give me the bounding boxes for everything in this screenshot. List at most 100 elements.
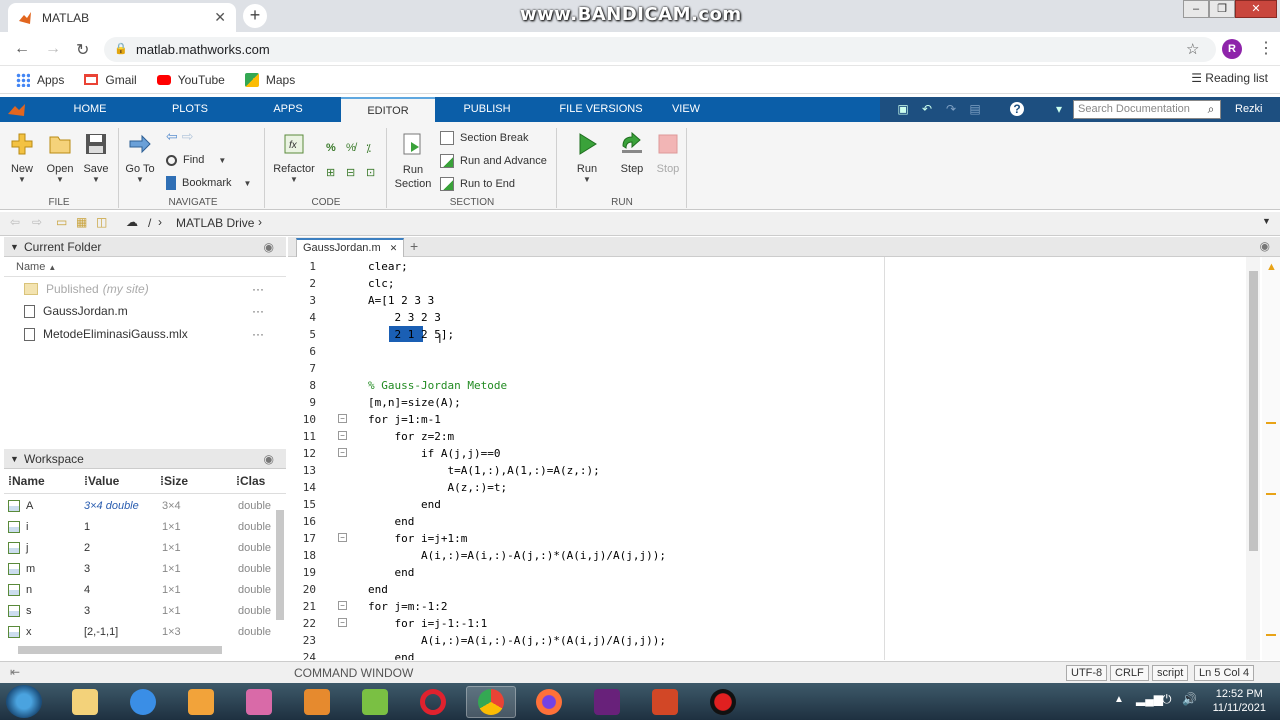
editor-vertical-scrollbar[interactable] [1246, 257, 1260, 660]
tab-home[interactable]: HOME [60, 97, 120, 122]
workspace-horizontal-scrollbar[interactable] [18, 646, 222, 654]
browser-tab[interactable]: MATLAB ✕ [8, 3, 236, 32]
goto-button[interactable]: Go To ▼ [124, 132, 156, 184]
table-row[interactable]: s 3 1×1 double [4, 601, 274, 622]
forward-folder-icon[interactable]: ⇨ [32, 215, 42, 229]
close-tab-icon[interactable]: ✕ [214, 9, 226, 26]
uncomment-icon[interactable]: %̸ [346, 142, 356, 154]
taskbar-visual-studio[interactable] [582, 686, 632, 718]
column-value[interactable]: ⁞Value [84, 474, 119, 488]
line-ending-indicator[interactable]: CRLF [1110, 665, 1149, 681]
browser-menu-icon[interactable]: ⋮ [1258, 38, 1274, 58]
column-size[interactable]: ⁞Size [160, 474, 188, 488]
tab-apps[interactable]: APPS [258, 97, 318, 122]
taskbar-app[interactable] [234, 686, 284, 718]
workspace-header[interactable]: ▼ Workspace ◉ [4, 449, 286, 469]
cloud-icon[interactable]: ☁ [126, 215, 138, 229]
expand-icon[interactable]: ⇤ [10, 665, 20, 679]
add-tab-icon[interactable]: + [410, 238, 418, 254]
up-folder-icon[interactable]: ▭ [56, 215, 67, 229]
decrease-indent-icon[interactable]: ⊟ [346, 166, 355, 179]
taskbar-firefox[interactable] [524, 686, 574, 718]
more-options-icon[interactable]: ··· [252, 327, 264, 341]
taskbar-app[interactable] [176, 686, 226, 718]
scrollbar-thumb[interactable] [1249, 271, 1258, 551]
reading-list-button[interactable]: ☰ Reading list [1191, 71, 1268, 85]
taskbar-opera[interactable] [408, 686, 458, 718]
column-header[interactable]: Name ▲ [4, 257, 286, 277]
bookmark-star-icon[interactable]: ☆ [1186, 40, 1199, 58]
stop-button[interactable]: Stop [654, 132, 682, 175]
code-editor[interactable]: 1 2 3 4 5 6 7 8 9 10 11 12 13 14 15 16 1… [288, 257, 1246, 660]
taskbar-powerpoint[interactable] [640, 686, 690, 718]
warning-marker[interactable] [1266, 493, 1276, 495]
run-and-advance-button[interactable]: Run and Advance [440, 154, 547, 168]
fold-toggle-icon[interactable]: − [338, 601, 347, 610]
fold-toggle-icon[interactable]: − [338, 533, 347, 542]
table-row[interactable]: i 1 1×1 double [4, 517, 274, 538]
reload-icon[interactable]: ↻ [76, 40, 89, 60]
step-button[interactable]: Step [614, 131, 650, 175]
panel-actions-icon[interactable]: ◉ [264, 237, 274, 257]
collapse-panel-icon[interactable]: ▼ [10, 237, 19, 257]
table-row[interactable]: n 4 1×1 double [4, 580, 274, 601]
search-icon[interactable]: ⌕ [1204, 102, 1218, 116]
back-nav-icon[interactable]: ⇦ ⇨ [166, 128, 193, 145]
refactor-button[interactable]: fx Refactor ▼ [272, 132, 316, 184]
command-window-tab[interactable]: COMMAND WINDOW [294, 666, 413, 680]
forward-arrow-icon[interactable]: → [45, 40, 61, 58]
tab-view[interactable]: VIEW [666, 97, 706, 122]
file-type-indicator[interactable]: script [1152, 665, 1189, 681]
increase-indent-icon[interactable]: ⊡ [366, 166, 375, 179]
browse-folder-icon[interactable]: ▦ [76, 215, 87, 229]
taskbar-chrome[interactable] [466, 686, 516, 718]
save-icon[interactable]: ▣ [896, 102, 910, 116]
new-tab-button[interactable]: + [243, 4, 267, 28]
volume-icon[interactable]: 🔊 [1182, 692, 1197, 706]
power-icon[interactable]: ⏻ [1162, 692, 1172, 707]
help-icon[interactable]: ? [1010, 102, 1024, 116]
taskbar-app[interactable] [350, 686, 400, 718]
search-documentation-input[interactable]: Search Documentation [1073, 100, 1221, 119]
comment-percent-icon[interactable]: % [326, 142, 336, 154]
open-button[interactable]: Open ▼ [44, 132, 76, 184]
network-signal-icon[interactable]: ▂▄▆ [1136, 692, 1163, 706]
bookmark-youtube[interactable]: YouTube [156, 73, 225, 87]
encoding-indicator[interactable]: UTF-8 [1066, 665, 1108, 681]
warning-marker[interactable] [1266, 634, 1276, 636]
url-field[interactable]: 🔒 matlab.mathworks.com [104, 37, 1216, 62]
path-dropdown-icon[interactable]: ▼ [1262, 216, 1271, 226]
run-button[interactable]: Run ▼ [570, 132, 604, 184]
column-class[interactable]: ⁞Clas [236, 474, 265, 488]
start-button-icon[interactable] [6, 685, 42, 718]
list-item[interactable]: Published (my site) ··· [24, 282, 264, 296]
redo-icon[interactable]: ↷ [944, 102, 958, 116]
save-button[interactable]: Save ▼ [82, 132, 110, 184]
find-button[interactable]: Find ▼ [166, 154, 226, 166]
profile-avatar[interactable]: R [1222, 39, 1242, 59]
warning-icon[interactable]: ▲ [1266, 261, 1277, 273]
current-folder-header[interactable]: ▼ Current Folder ◉ [4, 237, 286, 257]
bookmark-button[interactable]: Bookmark ▼ [166, 176, 251, 190]
run-section-button[interactable]: Run Section [393, 132, 433, 191]
wrap-comments-icon[interactable]: ⁒ [366, 142, 371, 155]
tab-file-versions[interactable]: FILE VERSIONS [543, 97, 659, 122]
list-item[interactable]: MetodeEliminasiGauss.mlx ··· [24, 327, 264, 341]
collapse-icon[interactable]: ▾ [1052, 102, 1066, 116]
column-name[interactable]: ⁞Name [8, 474, 45, 488]
bookmark-apps[interactable]: Apps [16, 72, 64, 87]
undo-icon[interactable]: ↶ [920, 102, 934, 116]
collapse-panel-icon[interactable]: ▼ [10, 449, 19, 469]
tab-publish[interactable]: PUBLISH [455, 97, 519, 122]
user-menu[interactable]: Rezki [1235, 103, 1263, 115]
search-folder-icon[interactable]: ◫ [96, 215, 107, 229]
bookmark-gmail[interactable]: Gmail [84, 73, 137, 87]
smart-indent-icon[interactable]: ⊞ [326, 166, 335, 179]
tab-plots[interactable]: PLOTS [160, 97, 220, 122]
taskbar-ie[interactable] [118, 686, 168, 718]
more-options-icon[interactable]: ··· [252, 282, 264, 296]
close-tab-icon[interactable]: ✕ [390, 243, 398, 253]
back-arrow-icon[interactable]: ← [14, 40, 30, 58]
fold-toggle-icon[interactable]: − [338, 431, 347, 440]
taskbar-explorer[interactable] [60, 686, 110, 718]
